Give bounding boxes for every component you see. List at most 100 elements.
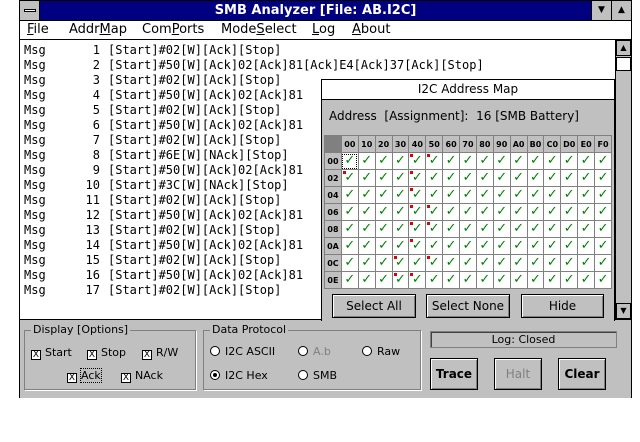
comports-menu[interactable]: ComPorts <box>142 22 204 37</box>
address-cell[interactable]: ✓ <box>408 271 427 289</box>
address-cell[interactable]: ✓ <box>374 254 393 272</box>
i2c-ascii-radio[interactable]: I2C ASCII <box>210 345 275 358</box>
scroll-up-button[interactable]: ▲ <box>616 40 631 56</box>
address-cell[interactable]: ✓ <box>425 237 444 255</box>
address-cell[interactable]: ✓ <box>594 271 612 289</box>
address-cell[interactable]: ✓ <box>459 186 477 204</box>
address-cell[interactable]: ✓ <box>408 186 427 204</box>
address-cell[interactable]: ✓ <box>475 169 494 187</box>
address-cell[interactable]: ✓ <box>577 237 596 255</box>
log-scrollbar[interactable]: ▲ ▼ <box>615 40 631 320</box>
address-cell[interactable]: ✓ <box>408 203 427 221</box>
address-cell[interactable]: ✓ <box>594 152 612 170</box>
address-cell[interactable]: ✓ <box>594 203 612 221</box>
address-cell[interactable]: ✓ <box>340 254 359 272</box>
start-checkbox[interactable]: X Start <box>31 346 72 360</box>
address-cell[interactable]: ✓ <box>560 203 579 221</box>
address-cell[interactable]: ✓ <box>560 237 579 255</box>
address-cell[interactable]: ✓ <box>475 186 494 204</box>
address-cell[interactable]: ✓ <box>391 220 410 238</box>
address-cell[interactable]: ✓ <box>492 271 511 289</box>
i2c-hex-radio[interactable]: I2C Hex <box>210 369 268 382</box>
address-cell[interactable]: ✓ <box>509 271 528 289</box>
radio-circle[interactable] <box>210 370 220 380</box>
address-cell[interactable]: ✓ <box>340 203 359 221</box>
address-cell[interactable]: ✓ <box>509 169 528 187</box>
checkbox-box[interactable]: X <box>142 350 152 360</box>
address-cell[interactable]: ✓ <box>391 237 410 255</box>
addrmap-menu[interactable]: AddrMap <box>69 22 127 37</box>
address-cell[interactable]: ✓ <box>475 152 494 170</box>
address-cell[interactable]: ✓ <box>526 220 545 238</box>
address-cell[interactable]: ✓ <box>340 271 359 289</box>
address-cell[interactable]: ✓ <box>475 203 494 221</box>
address-cell[interactable]: ✓ <box>594 254 612 272</box>
address-cell[interactable]: ✓ <box>560 169 579 187</box>
address-cell[interactable]: ✓ <box>357 152 376 170</box>
address-cell[interactable]: ✓ <box>543 203 562 221</box>
address-cell[interactable]: ✓ <box>442 169 461 187</box>
address-cell[interactable]: ✓ <box>374 271 393 289</box>
system-menu-button[interactable] <box>20 1 40 20</box>
address-cell[interactable]: ✓ <box>509 220 528 238</box>
address-cell[interactable]: ✓ <box>526 203 545 221</box>
address-cell[interactable]: ✓ <box>442 203 461 221</box>
address-cell[interactable]: ✓ <box>492 203 511 221</box>
address-cell[interactable]: ✓ <box>526 186 545 204</box>
address-cell[interactable]: ✓ <box>560 220 579 238</box>
address-cell[interactable]: ✓ <box>340 186 359 204</box>
address-cell[interactable]: ✓ <box>594 237 612 255</box>
address-cell[interactable]: ✓ <box>357 220 376 238</box>
address-cell[interactable]: ✓ <box>459 169 477 187</box>
address-cell[interactable]: ✓ <box>340 237 359 255</box>
trace-button[interactable]: Trace <box>430 358 478 390</box>
nack-checkbox[interactable]: X NAck <box>121 369 163 383</box>
address-cell[interactable]: ✓ <box>408 220 427 238</box>
address-cell[interactable]: ✓ <box>492 237 511 255</box>
address-cell[interactable]: ✓ <box>374 186 393 204</box>
address-cell[interactable]: ✓ <box>357 203 376 221</box>
ack-checkbox[interactable]: X Ack <box>67 368 102 383</box>
address-cell[interactable]: ✓ <box>425 186 444 204</box>
address-cell[interactable]: ✓ <box>594 169 612 187</box>
address-cell[interactable]: ✓ <box>442 220 461 238</box>
checkbox-box[interactable]: X <box>87 350 97 360</box>
address-cell[interactable]: ✓ <box>594 220 612 238</box>
radio-circle[interactable] <box>362 346 372 356</box>
address-cell[interactable]: ✓ <box>492 169 511 187</box>
address-cell[interactable]: ✓ <box>509 237 528 255</box>
address-cell[interactable]: ✓ <box>526 271 545 289</box>
address-cell[interactable]: ✓ <box>391 186 410 204</box>
address-cell[interactable]: ✓ <box>543 237 562 255</box>
log-menu[interactable]: Log <box>312 22 335 37</box>
address-cell[interactable]: ✓ <box>543 254 562 272</box>
address-cell[interactable]: ✓ <box>560 152 579 170</box>
address-cell[interactable]: ✓ <box>425 152 444 170</box>
address-cell[interactable]: ✓ <box>492 220 511 238</box>
title-bar[interactable]: SMB Analyzer [File: AB.I2C] ▼ ▲ <box>20 1 631 21</box>
address-cell[interactable]: ✓ <box>459 271 477 289</box>
address-cell[interactable]: ✓ <box>492 254 511 272</box>
select-all-button[interactable]: Select All <box>332 294 416 318</box>
address-cell[interactable]: ✓ <box>475 220 494 238</box>
address-cell[interactable]: ✓ <box>577 169 596 187</box>
radio-circle[interactable] <box>210 346 220 356</box>
address-cell[interactable]: ✓ <box>357 169 376 187</box>
address-cell[interactable]: ✓ <box>374 237 393 255</box>
address-cell[interactable]: ✓ <box>560 186 579 204</box>
address-cell[interactable]: ✓ <box>509 152 528 170</box>
address-cell[interactable]: ✓ <box>560 254 579 272</box>
address-cell[interactable]: ✓ <box>492 152 511 170</box>
address-cell[interactable]: ✓ <box>408 237 427 255</box>
address-cell[interactable]: ✓ <box>340 152 359 170</box>
address-cell[interactable]: ✓ <box>459 220 477 238</box>
address-cell[interactable]: ✓ <box>374 203 393 221</box>
address-cell[interactable]: ✓ <box>577 220 596 238</box>
checkbox-box[interactable]: X <box>67 373 77 383</box>
address-cell[interactable]: ✓ <box>357 237 376 255</box>
maximize-button[interactable]: ▲ <box>611 1 631 20</box>
address-cell[interactable]: ✓ <box>577 271 596 289</box>
address-cell[interactable]: ✓ <box>442 271 461 289</box>
scroll-thumb[interactable] <box>616 57 631 71</box>
minimize-button[interactable]: ▼ <box>591 1 611 20</box>
